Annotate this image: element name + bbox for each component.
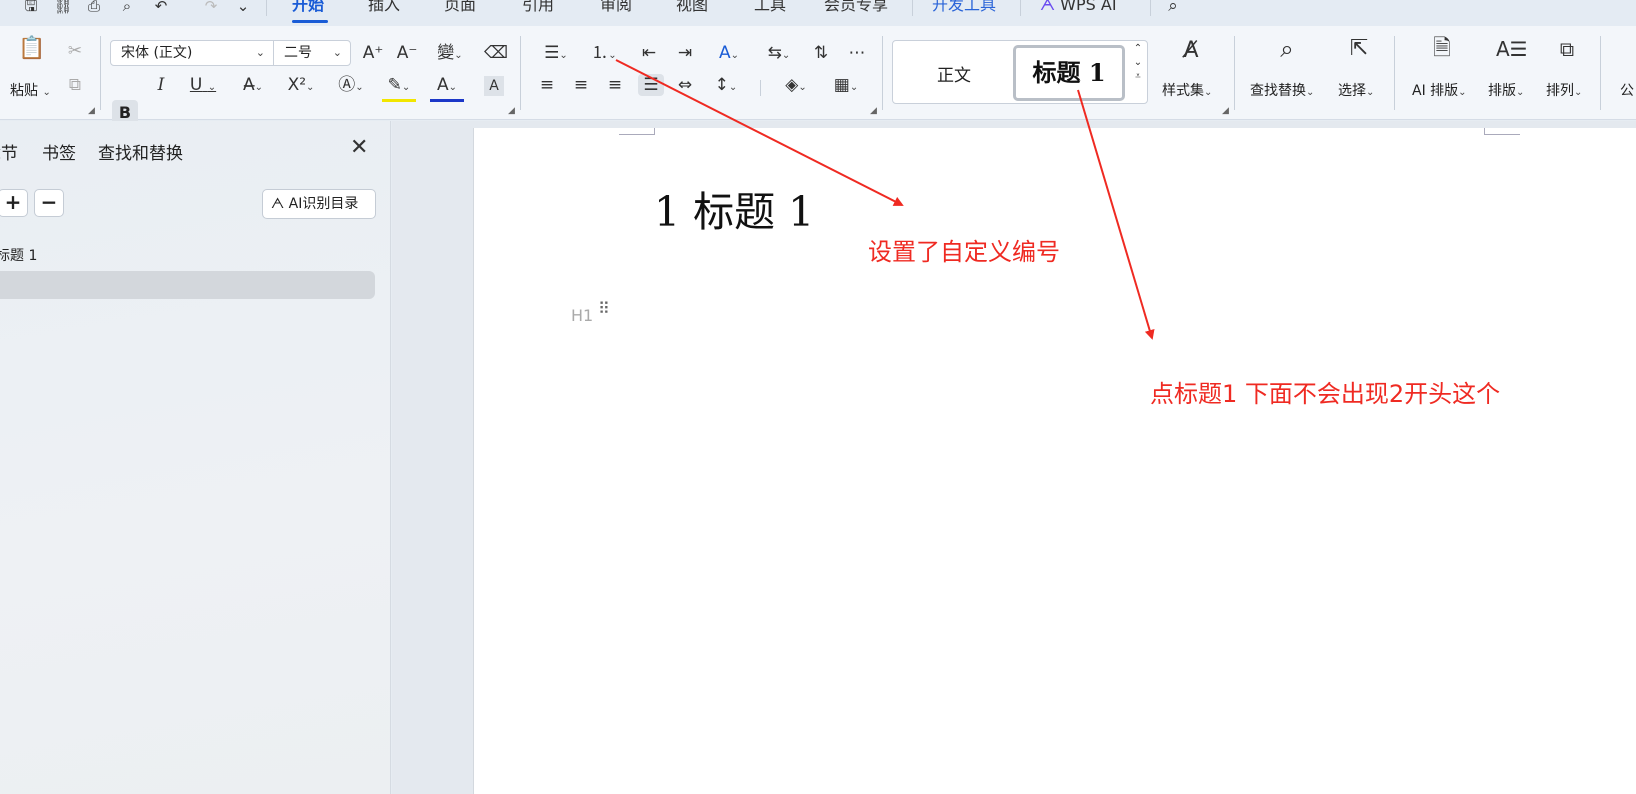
annotation-arrow-heading-style: [1077, 89, 1155, 340]
annotation-arrow-numbering: [615, 59, 904, 206]
annotation-note-numbering: 设置了自定义编号: [868, 238, 1060, 266]
annotation-note-heading: 点标题1 下面不会出现2开头这个: [1150, 380, 1501, 408]
